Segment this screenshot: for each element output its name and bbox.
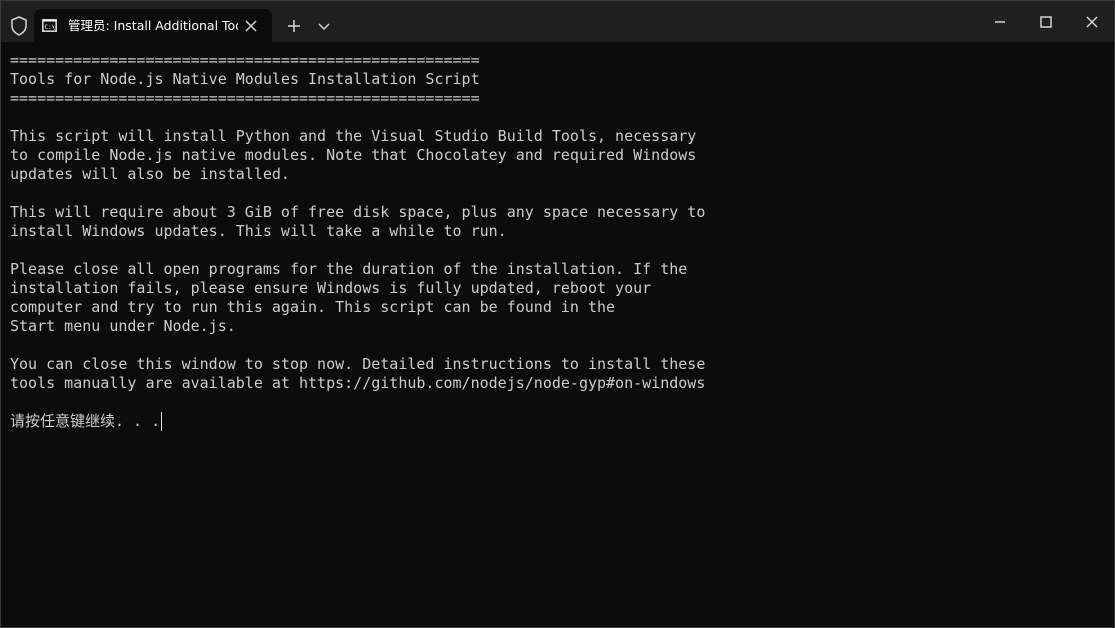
terminal-line: ========================================… (10, 51, 480, 69)
terminal-line: updates will also be installed. (10, 165, 290, 183)
terminal-line: This script will install Python and the … (10, 127, 697, 145)
terminal-line: tools manually are available at https://… (10, 374, 706, 392)
shield-icon (10, 16, 28, 36)
continue-prompt: 请按任意键继续. . . (10, 412, 161, 430)
terminal-window: C:\ 管理员: Install Additional Too ========… (0, 0, 1115, 628)
terminal-line: ========================================… (10, 89, 480, 107)
plus-icon[interactable] (285, 17, 303, 35)
terminal-line: Tools for Node.js Native Modules Install… (10, 70, 480, 88)
terminal-line: Start menu under Node.js. (10, 317, 236, 335)
tab-terminal[interactable]: C:\ 管理员: Install Additional Too (34, 9, 272, 42)
terminal-line: Please close all open programs for the d… (10, 260, 688, 278)
terminal-line: to compile Node.js native modules. Note … (10, 146, 697, 164)
cmd-icon: C:\ (42, 19, 57, 32)
title-bar[interactable]: C:\ 管理员: Install Additional Too (1, 1, 1114, 42)
tab-title: 管理员: Install Additional Too (68, 18, 238, 33)
terminal-output[interactable]: ========================================… (10, 51, 1108, 627)
svg-text:C:\: C:\ (44, 24, 55, 31)
chevron-down-icon[interactable] (315, 17, 333, 35)
terminal-line: You can close this window to stop now. D… (10, 355, 706, 373)
terminal-line: This will require about 3 GiB of free di… (10, 203, 706, 221)
terminal-line: installation fails, please ensure Window… (10, 279, 652, 297)
close-icon[interactable] (242, 17, 260, 35)
prompt-line[interactable]: 请按任意键继续. . . (10, 412, 1108, 431)
terminal-line: computer and try to run this again. This… (10, 298, 616, 316)
close-window-icon[interactable] (1083, 13, 1101, 31)
text-cursor (161, 412, 163, 431)
terminal-line: install Windows updates. This will take … (10, 222, 507, 240)
minimize-icon[interactable] (991, 13, 1009, 31)
maximize-icon[interactable] (1037, 13, 1055, 31)
